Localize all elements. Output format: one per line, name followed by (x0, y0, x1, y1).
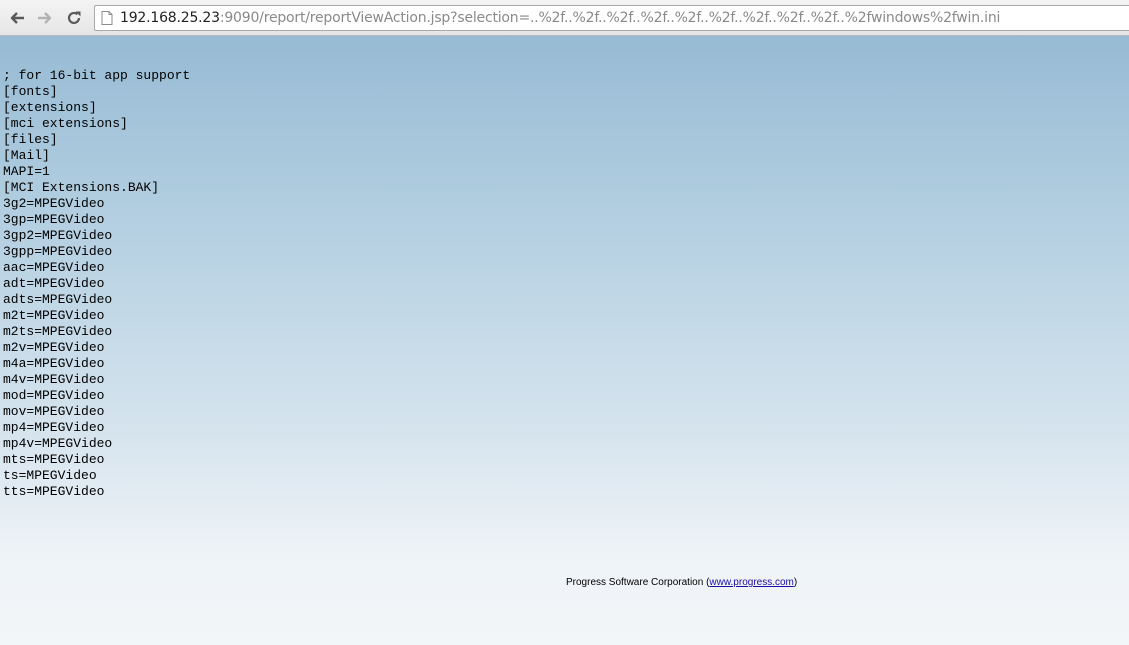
ini-line: mp4=MPEGVideo (3, 420, 105, 435)
ini-line: m4a=MPEGVideo (3, 356, 105, 371)
ini-line: m2v=MPEGVideo (3, 340, 105, 355)
ini-line: ; for 16-bit app support (3, 68, 191, 83)
ini-line: mod=MPEGVideo (3, 388, 105, 403)
ini-line: 3gpp=MPEGVideo (3, 244, 113, 259)
reload-icon (67, 11, 81, 25)
ini-line: m2t=MPEGVideo (3, 308, 105, 323)
ini-line: adt=MPEGVideo (3, 276, 105, 291)
page-content: ; for 16-bit app support [fonts] [extensio… (0, 36, 1129, 645)
page-icon (101, 11, 113, 25)
ini-line: mov=MPEGVideo (3, 404, 105, 419)
ini-line: [fonts] (3, 84, 58, 99)
back-button[interactable] (7, 8, 27, 28)
ini-line: MAPI=1 (3, 164, 50, 179)
win-ini-content: ; for 16-bit app support [fonts] [extensio… (3, 68, 190, 500)
ini-line: [files] (3, 132, 58, 147)
ini-line: [mci extensions] (3, 116, 128, 131)
footer-close-paren: ) (793, 577, 798, 588)
ini-line: adts=MPEGVideo (3, 292, 113, 307)
ini-line: aac=MPEGVideo (3, 260, 105, 275)
back-arrow-icon (10, 12, 24, 24)
ini-line: tts=MPEGVideo (3, 484, 105, 499)
forward-arrow-icon (38, 12, 52, 24)
forward-button[interactable] (35, 8, 55, 28)
url-path: :9090/report/reportViewAction.jsp?select… (219, 10, 1001, 26)
ini-line: 3g2=MPEGVideo (3, 196, 105, 211)
ini-line: 3gp=MPEGVideo (3, 212, 105, 227)
address-bar[interactable]: 192.168.25.23:9090/report/reportViewActi… (94, 5, 1129, 31)
ini-line: m4v=MPEGVideo (3, 372, 105, 387)
footer-link[interactable]: www.progress.com (709, 577, 793, 588)
ini-line: 3gp2=MPEGVideo (3, 228, 113, 243)
ini-line: m2ts=MPEGVideo (3, 324, 113, 339)
footer-company: Progress Software Corporation ( (566, 577, 710, 588)
ini-line: ts=MPEGVideo (3, 468, 97, 483)
reload-button[interactable] (64, 8, 84, 28)
ini-line: [Mail] (3, 148, 50, 163)
ini-line: mp4v=MPEGVideo (3, 436, 113, 451)
url-text: 192.168.25.23:9090/report/reportViewActi… (120, 10, 1000, 27)
ini-line: mts=MPEGVideo (3, 452, 105, 467)
ini-line: [extensions] (3, 100, 97, 115)
ini-line: [MCI Extensions.BAK] (3, 180, 160, 195)
browser-toolbar: 192.168.25.23:9090/report/reportViewActi… (0, 0, 1129, 36)
url-host: 192.168.25.23 (120, 10, 220, 26)
footer: Progress Software Corporation (www.progr… (566, 577, 797, 588)
